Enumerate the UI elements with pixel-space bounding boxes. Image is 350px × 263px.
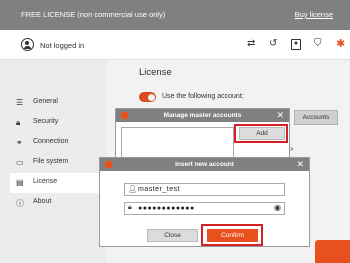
sidebar-item-label: General (33, 98, 58, 105)
sidebar-item-file-system[interactable]: ▭ File system (10, 153, 107, 173)
license-text: FREE LICENSE (non commercial use only) (21, 10, 166, 19)
shield-icon[interactable]: ⛉ (314, 39, 322, 49)
close-icon[interactable]: ✕ (296, 158, 304, 171)
lock-icon: 🔒︎ (16, 118, 21, 127)
sidebar-item-label: File system (33, 158, 69, 165)
close-button[interactable]: Close (147, 229, 198, 242)
sidebar-item-label: Security (33, 118, 59, 125)
eye-icon[interactable]: ◉ (274, 203, 281, 212)
license-icon: ▤ (16, 178, 24, 187)
user-icon: 👤︎ (128, 186, 137, 193)
close-icon[interactable]: ✕ (276, 109, 284, 122)
license-banner: FREE LICENSE (non commercial use only) B… (0, 0, 350, 30)
sidebar-item-about[interactable]: ⓘ About (10, 193, 107, 213)
sidebar-item-label: About (33, 198, 52, 205)
avatar-icon[interactable] (21, 38, 34, 51)
add-highlight (234, 124, 288, 143)
user-card-icon[interactable]: ● (291, 39, 301, 50)
sidebar-item-label: License (33, 178, 58, 185)
lock-icon: 🔒︎ (128, 204, 132, 211)
sidebar-item-security[interactable]: 🔒︎ Security (10, 113, 107, 133)
sidebar-item-general[interactable]: ☰ General (10, 93, 107, 113)
dialog-title: Manage master accounts (116, 109, 289, 122)
sidebar-item-connection[interactable]: ⚭ Connection (10, 133, 107, 153)
save-button[interactable] (315, 240, 350, 263)
sidebar: ☰ General 🔒︎ Security ⚭ Connection ▭ Fil… (0, 60, 107, 263)
buy-license-link[interactable]: Buy license (295, 10, 333, 19)
history-icon[interactable]: ↺ (269, 39, 277, 49)
sidebar-item-label: Connection (33, 138, 69, 145)
link-icon: ⚭ (16, 138, 23, 147)
username-value: master_test (138, 186, 181, 193)
info-icon: ⓘ (16, 199, 24, 208)
sidebar-item-license[interactable]: ▤ License (10, 173, 107, 193)
username-field[interactable]: 👤︎ master_test (124, 183, 285, 196)
dialog-title: Insert new account (100, 158, 309, 171)
password-field[interactable]: 🔒︎ ●●●●●●●●●●●● ◉ (124, 202, 285, 215)
folder-icon: ▭ (16, 158, 24, 167)
sliders-icon: ☰ (16, 98, 24, 107)
gear-icon[interactable]: ✱ (336, 39, 345, 50)
login-status: Not logged in (40, 41, 85, 50)
confirm-highlight (201, 224, 263, 246)
password-value: ●●●●●●●●●●●● (138, 205, 195, 212)
insert-account-dialog: Insert new account ✕ 👤︎ master_test 🔒︎ ●… (99, 157, 310, 247)
app-logo-icon (105, 161, 112, 168)
app-logo-icon (121, 112, 128, 119)
swap-icon[interactable]: ⇄ (247, 39, 255, 49)
